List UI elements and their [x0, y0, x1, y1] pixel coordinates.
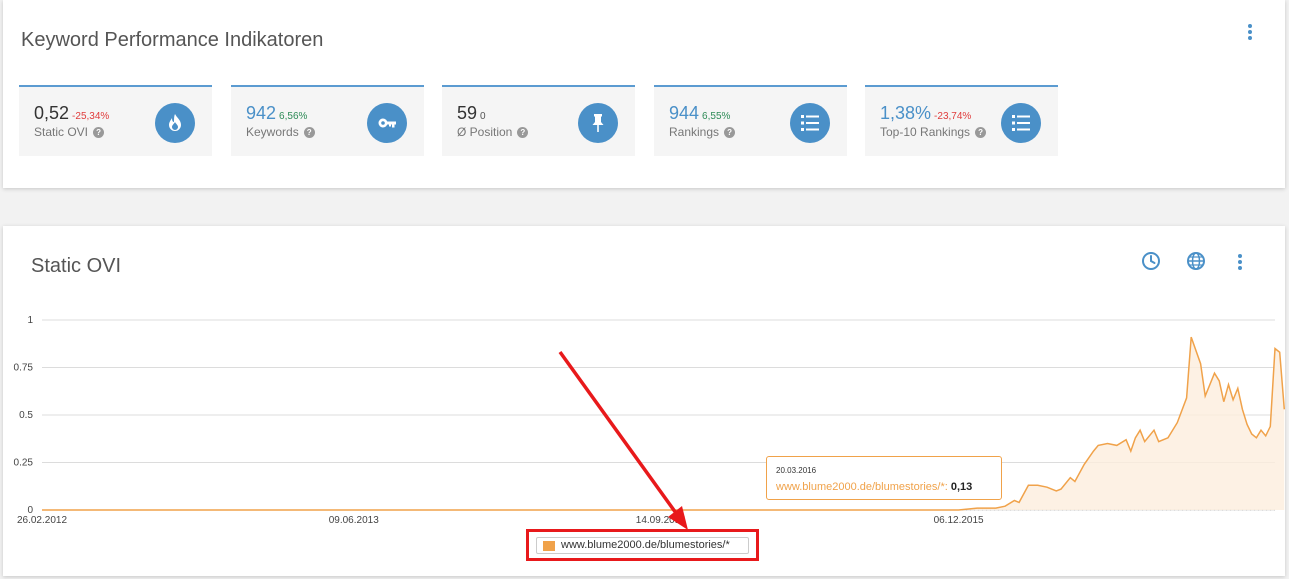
y-tick-label: 0.25 — [14, 458, 34, 469]
chart-canvas: 00.250.50.751 26.02.2012 09.06.2013 14.09.… — [14, 315, 1286, 526]
legend-highlight-box: www.blume2000.de/blumestories/* — [526, 529, 759, 561]
x-tick-label: 09.06.2013 — [329, 515, 379, 526]
x-tick-label: 06.12.2015 — [934, 515, 984, 526]
y-axis: 00.250.50.751 — [14, 315, 34, 516]
x-axis: 26.02.2012 09.06.2013 14.09.2014 06.12.2015 — [17, 515, 984, 526]
legend-swatch — [543, 541, 555, 551]
y-tick-label: 0.75 — [14, 363, 34, 374]
y-tick-label: 1 — [27, 315, 33, 326]
series-area — [42, 337, 1285, 510]
chart-tooltip: 20.03.2016 www.blume2000.de/blumestories… — [766, 456, 1002, 500]
tooltip-value: 0,13 — [950, 481, 973, 493]
tooltip-series: www.blume2000.de/blumestories/*: — [776, 481, 948, 493]
legend-item[interactable]: www.blume2000.de/blumestories/* — [536, 537, 749, 554]
legend-label: www.blume2000.de/blumestories/* — [561, 539, 730, 551]
x-tick-label: 26.02.2012 — [17, 515, 67, 526]
y-tick-label: 0.5 — [19, 410, 33, 421]
x-tick-label: 14.09.2014 — [636, 515, 686, 526]
tooltip-date: 20.03.2016 — [776, 466, 817, 475]
